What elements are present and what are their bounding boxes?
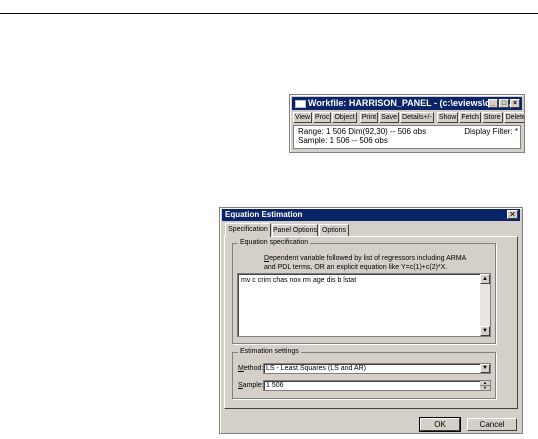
method-label: Method: [238, 363, 263, 374]
cancel-button[interactable]: Cancel [467, 418, 517, 431]
show-button[interactable]: Show [436, 112, 459, 123]
sample-line[interactable]: Sample: 1 506 -- 506 obs [298, 136, 388, 145]
method-label-text: ethod: [243, 365, 264, 372]
dialog-titlebar[interactable]: Equation Estimation ✕ [222, 209, 520, 221]
close-icon[interactable]: ✕ [507, 210, 518, 219]
proc-button[interactable]: Proc [313, 112, 332, 123]
equation-scrollbar[interactable]: ▲ ▼ [480, 274, 490, 336]
equation-textarea[interactable]: mv c crim chas nox rm age dis b lstat ▲ … [237, 273, 491, 337]
sample-label: Sample: [238, 380, 264, 391]
tab-options[interactable]: Options [319, 224, 349, 236]
desc-line1-text: ependent variable followed by list of re… [269, 255, 467, 262]
workfile-toolbar: View Proc Object Print Save Details+/- Show Fet… [293, 112, 524, 123]
equation-description-line2: and PDL terms, OR an explicit equation l… [264, 264, 448, 271]
equation-specification-label: Equation specification [238, 238, 311, 248]
display-filter[interactable]: Display Filter: * [464, 127, 518, 136]
workfile-titlebar[interactable]: Workfile: HARRISON_PANEL - (c:\eviews\da… [292, 97, 522, 110]
close-icon[interactable]: × [510, 99, 520, 108]
details-button[interactable]: Details+/- [400, 112, 434, 123]
dialog-title: Equation Estimation [225, 210, 303, 219]
sample-input[interactable]: 1 506 ▲ ▼ [263, 380, 491, 391]
top-rule [0, 13, 538, 14]
tab-panel-options[interactable]: Panel Options [272, 224, 318, 236]
scroll-up-icon[interactable]: ▲ [480, 274, 490, 284]
store-button[interactable]: Store [481, 112, 503, 123]
chevron-down-icon[interactable]: ▼ [480, 364, 490, 373]
delete-button[interactable]: Delete [503, 112, 524, 123]
sample-value: 1 506 [266, 382, 284, 389]
object-button[interactable]: Object [332, 112, 357, 123]
range-line[interactable]: Range: 1 506 Dim(92,30) -- 506 obs [298, 127, 426, 136]
save-button[interactable]: Save [379, 112, 400, 123]
minimize-icon[interactable]: _ [488, 99, 498, 108]
sample-label-text: ample: [242, 382, 264, 389]
ok-button[interactable]: OK [419, 417, 461, 432]
scroll-down-icon[interactable]: ▼ [480, 326, 490, 336]
view-button[interactable]: View [293, 112, 313, 123]
method-select[interactable]: LS - Least Squares (LS and AR) ▼ [263, 363, 491, 374]
workfile-title: Workfile: HARRISON_PANEL - (c:\eviews\da… [308, 98, 512, 108]
method-value: LS - Least Squares (LS and AR) [266, 365, 366, 372]
estimation-settings-label: Estimation settings [238, 347, 301, 357]
print-button[interactable]: Print [359, 112, 379, 123]
estimation-settings-group: Estimation settings [232, 347, 496, 399]
maximize-icon[interactable]: □ [499, 99, 509, 108]
fetch-button[interactable]: Fetch [459, 112, 481, 123]
workfile-info: Range: 1 506 Dim(92,30) -- 506 obs Displ… [293, 125, 521, 149]
sample-spinner-icon[interactable]: ▲ ▼ [480, 381, 490, 391]
tab-specification[interactable]: Specification [225, 223, 271, 237]
workfile-window[interactable]: Workfile: HARRISON_PANEL - (c:\eviews\da… [289, 94, 525, 153]
equation-text: mv c crim chas nox rm age dis b lstat [241, 277, 357, 284]
workfile-icon [295, 100, 306, 108]
equation-description-line1: Dependent variable followed by list of r… [264, 254, 466, 263]
